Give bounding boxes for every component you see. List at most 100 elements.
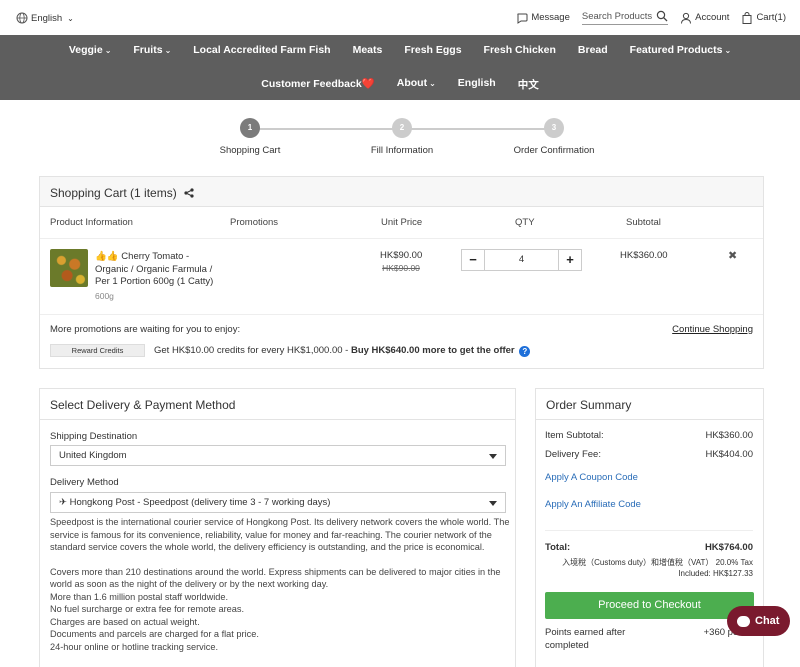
nav-item-label: 中文 (517, 79, 539, 91)
offer-remaining: Buy HK$640.00 more to get the offer (350, 345, 515, 356)
nav-item-label: Fruits (133, 44, 163, 56)
remove-item-icon[interactable]: ✖ (728, 249, 737, 262)
message-label: Message (531, 12, 570, 23)
tax-info: 入境稅（Customs duty）和增值稅（VAT） 20.0% Tax Inc… (562, 557, 753, 579)
step-number: 2 (392, 118, 412, 138)
account-link[interactable]: Account (680, 12, 729, 24)
search-box[interactable]: Search Products (581, 10, 669, 25)
delivery-title: Select Delivery & Payment Method (40, 389, 515, 420)
shopping-bag-icon (742, 11, 752, 24)
search-icon[interactable] (656, 10, 668, 22)
cart-header: Shopping Cart (1 items) (40, 177, 763, 207)
quantity-input[interactable]: 4 (484, 250, 559, 270)
shipping-destination-label: Shipping Destination (50, 431, 138, 442)
nav-item-english[interactable]: English (458, 77, 496, 92)
description-line: Documents and parcels are charged for a … (50, 629, 259, 639)
description-paragraph: Speedpost is the international courier s… (50, 517, 510, 552)
nav-item-bread[interactable]: Bread (578, 44, 608, 56)
nav-item-label: About (396, 77, 428, 89)
apply-affiliate-link[interactable]: Apply An Affiliate Code (545, 499, 753, 510)
product-weight: 600g (95, 291, 114, 301)
nav-item-label: Bread (577, 44, 608, 56)
cart-label: Cart(1) (756, 12, 786, 23)
order-summary-title: Order Summary (536, 389, 763, 420)
nav-item-label: Fresh Eggs (404, 44, 462, 56)
delivery-method-select[interactable]: ✈ Hongkong Post - Speedpost (delivery ti… (50, 492, 506, 513)
share-icon[interactable] (184, 188, 194, 198)
chevron-down-icon: ⌄ (429, 79, 436, 88)
nav-item-fresh-eggs[interactable]: Fresh Eggs (404, 44, 461, 56)
apply-coupon-link[interactable]: Apply A Coupon Code (545, 472, 753, 483)
main-nav: Veggie ⌄ Fruits ⌄ Local Accredited Farm Fish… (0, 35, 800, 100)
item-subtotal-row: Item Subtotal: HK$360.00 (545, 430, 753, 441)
help-icon[interactable]: ? (519, 346, 531, 357)
delivery-fee-value: HK$404.00 (705, 449, 753, 460)
message-link[interactable]: Message (516, 12, 570, 24)
nav-item-label: Customer Feedback❤️ (261, 78, 375, 90)
increase-qty-button[interactable]: + (559, 250, 581, 270)
delivery-method-label: Delivery Method (50, 477, 119, 488)
total-label: Total: (545, 542, 571, 553)
product-name[interactable]: 👍👍 Cherry Tomato - Organic / Organic Far… (95, 251, 225, 289)
decrease-qty-button[interactable]: − (462, 250, 484, 270)
step-number: 1 (240, 118, 260, 138)
current-price: HK$90.00 (380, 250, 423, 261)
nav-item-label: Featured Products (629, 44, 723, 56)
col-unit-price: Unit Price (381, 217, 423, 228)
product-image[interactable] (50, 249, 88, 287)
more-promotions-text: More promotions are waiting for you to e… (50, 324, 241, 335)
step-order-confirmation: 3 Order Confirmation (504, 118, 604, 156)
step-label: Order Confirmation (513, 145, 595, 156)
nav-item-fresh-chicken[interactable]: Fresh Chicken (484, 44, 556, 56)
points-label: Points earned after completed (545, 627, 626, 651)
nav-item-featured-products[interactable]: Featured Products ⌄ (630, 44, 731, 56)
language-selector[interactable]: English ⌄ (16, 12, 74, 24)
proceed-to-checkout-button[interactable]: Proceed to Checkout (545, 592, 754, 619)
reward-credits-tag: Reward Credits (50, 344, 145, 357)
nav-item-meats[interactable]: Meats (353, 44, 383, 56)
checkout-stepper: 1 Shopping Cart 2 Fill Information 3 Ord… (200, 118, 600, 163)
step-number: 3 (544, 118, 564, 138)
step-fill-information: 2 Fill Information (352, 118, 452, 156)
nav-item-fruits[interactable]: Fruits ⌄ (133, 44, 171, 56)
nav-item-中文[interactable]: 中文 (518, 77, 539, 92)
shipping-destination-select[interactable]: United Kingdom (50, 445, 506, 466)
dropdown-arrow-icon (489, 454, 497, 459)
top-bar: English ⌄ Message Search Products Accoun… (0, 0, 800, 35)
unit-price: HK$90.00 HK$90.00 (380, 250, 422, 273)
search-input[interactable]: Search Products (582, 11, 652, 22)
col-qty: QTY (515, 217, 535, 228)
nav-item-local-accredited-farm-fish[interactable]: Local Accredited Farm Fish (193, 44, 330, 56)
shopping-cart-panel: Shopping Cart (1 items) Product Informat… (39, 176, 764, 369)
item-subtotal-label: Item Subtotal: (545, 430, 604, 441)
description-line: Covers more than 210 destinations around… (50, 566, 501, 590)
user-icon (681, 12, 692, 24)
cart-title: Shopping Cart (1 items) (50, 186, 177, 200)
chevron-down-icon: ⌄ (67, 13, 74, 23)
nav-item-label: English (457, 77, 496, 89)
continue-shopping-link[interactable]: Continue Shopping (672, 324, 753, 335)
col-product: Product Information (50, 217, 133, 228)
divider (40, 238, 763, 239)
chat-button[interactable]: Chat (727, 606, 790, 636)
original-price: HK$90.00 (382, 263, 420, 273)
cart-link[interactable]: Cart(1) (741, 11, 786, 24)
account-label: Account (695, 12, 730, 23)
col-promotions: Promotions (230, 217, 279, 228)
chat-bubble-icon (737, 615, 750, 627)
chat-label: Chat (755, 615, 780, 627)
nav-item-label: Fresh Chicken (483, 44, 556, 56)
chevron-down-icon: ⌄ (164, 46, 172, 55)
delivery-fee-row: Delivery Fee: HK$404.00 (545, 449, 753, 460)
dropdown-arrow-icon (489, 501, 497, 506)
nav-item-about[interactable]: About ⌄ (397, 77, 436, 92)
nav-row-1: Veggie ⌄ Fruits ⌄ Local Accredited Farm Fish… (0, 44, 800, 56)
nav-item-veggie[interactable]: Veggie ⌄ (69, 44, 112, 56)
item-subtotal: HK$360.00 (620, 250, 668, 261)
tax-line: 入境稅（Customs duty）和增值稅（VAT） 20.0% Tax (562, 558, 753, 567)
nav-item-customer-feedback[interactable]: Customer Feedback❤️ (261, 77, 374, 92)
chevron-down-icon: ⌄ (724, 46, 732, 55)
delivery-method-value: ✈ Hongkong Post - Speedpost (delivery ti… (59, 497, 331, 508)
step-label: Shopping Cart (219, 145, 281, 156)
total-value: HK$764.00 (704, 542, 753, 553)
